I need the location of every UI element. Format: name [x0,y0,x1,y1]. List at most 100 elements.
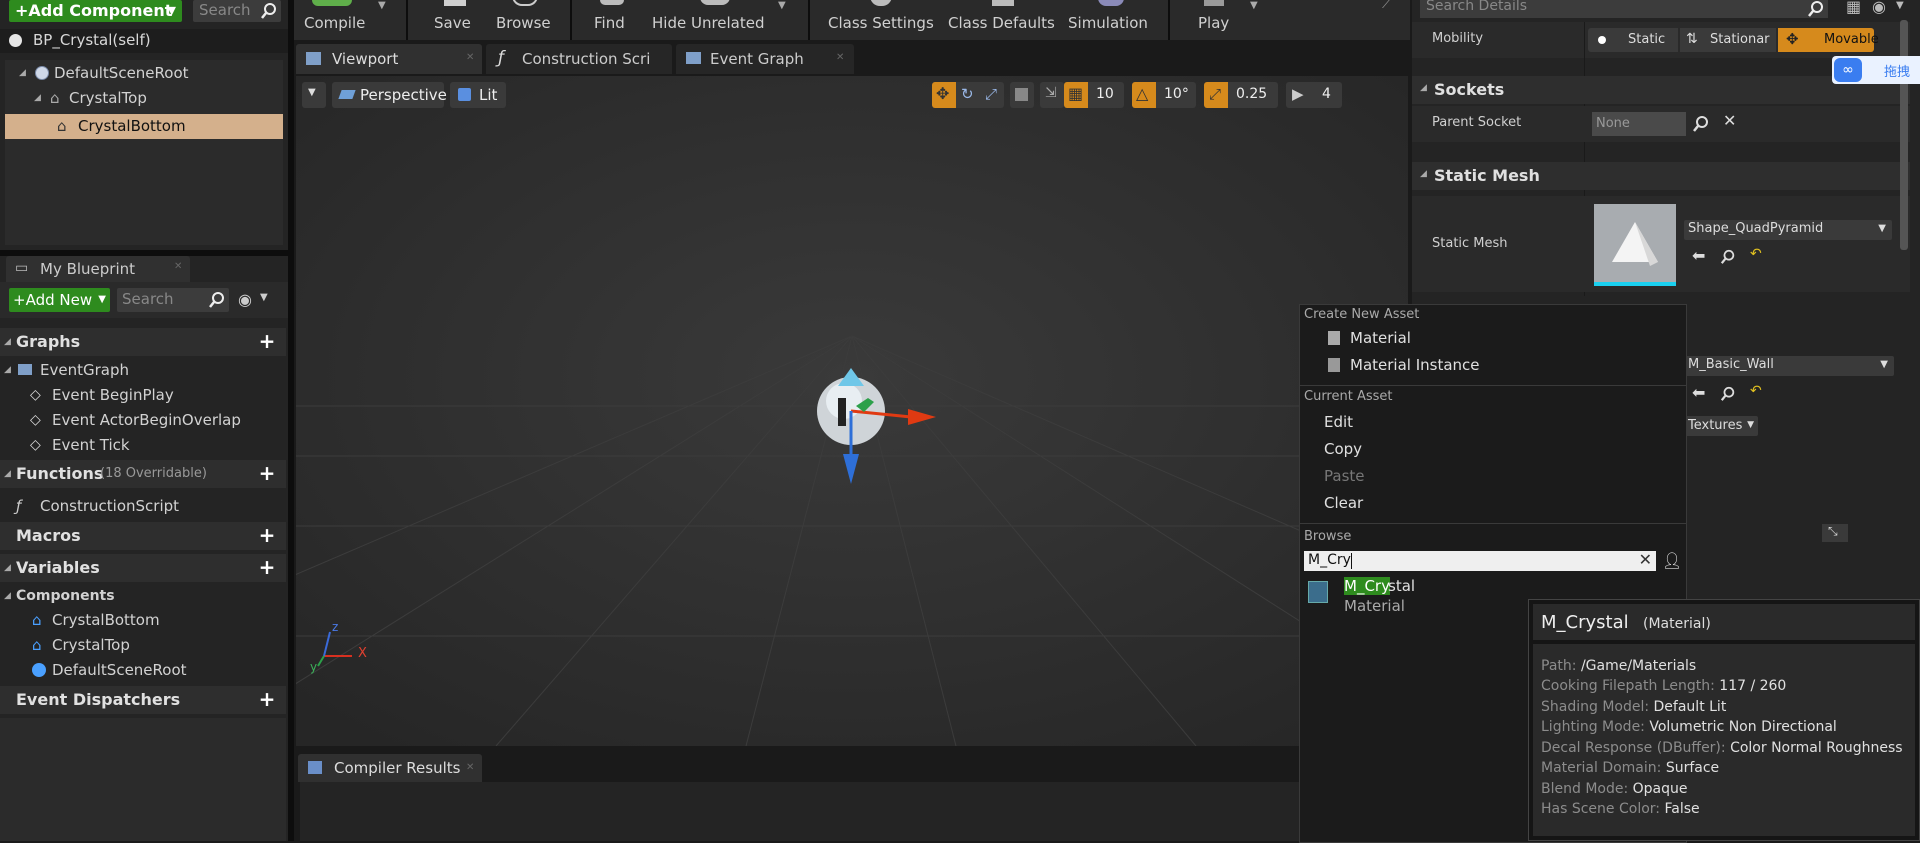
variables-section[interactable]: ◢ Variables + [0,554,286,582]
event-item[interactable]: ◇ Event Tick [0,433,286,457]
clear-item[interactable]: Clear [1300,490,1680,516]
add-variable-button[interactable]: + [258,557,276,577]
use-selected-icon[interactable]: ⬅ [1692,246,1705,265]
add-component-button[interactable]: +Add Component ▼ [9,0,182,22]
search-icon[interactable] [1692,115,1710,133]
construction-script-item[interactable]: ƒ ConstructionScript [0,494,286,518]
scale-snap-value[interactable]: 0.25 [1228,82,1278,108]
create-material-instance-item[interactable]: Material Instance [1300,352,1680,378]
tree-item-default-scene-root[interactable]: ◢ DefaultSceneRoot [5,61,283,85]
close-tab-icon[interactable]: ✕ [466,52,474,63]
simulation-button[interactable]: Simulation [1068,0,1154,38]
viewport[interactable]: X z y ▼ Perspective Lit ✥ ↻ ⤢ ⇲ ▦ 10 △ 1… [296,76,1408,746]
details-search-input[interactable]: Search Details [1420,0,1828,18]
variable-item[interactable]: DefaultSceneRoot [0,658,286,682]
macros-section[interactable]: Macros + [0,522,286,550]
camera-speed-button[interactable]: ▶ 4 [1286,82,1342,108]
textures-button[interactable]: Textures ▼ [1684,416,1758,436]
mobility-movable-option[interactable]: ✥ Movable [1778,28,1879,52]
edit-item[interactable]: Edit [1300,409,1680,435]
grid-snap-value[interactable]: 10 [1088,82,1124,108]
add-new-button[interactable]: +Add New ▼ [9,288,110,312]
tab-construction-script[interactable]: ƒ Construction Scrip [486,44,672,74]
tab-event-graph[interactable]: Event Graph ✕ [676,44,854,74]
chevron-down-icon[interactable]: ▼ [1896,0,1904,11]
hide-unrelated-button[interactable]: Hide Unrelated [650,0,780,38]
material-dropdown[interactable]: M_Basic_Wall ▼ [1684,356,1894,376]
tree-item-crystal-top[interactable]: ◢ ⌂ CrystalTop [5,86,283,110]
compiler-results-tab[interactable]: Compiler Results ✕ [298,754,482,782]
my-blueprint-tab[interactable]: ▭ My Blueprint ✕ [6,256,190,282]
blueprint-self-item[interactable]: BP_Crystal(self) [0,29,288,53]
event-item[interactable]: ◇ Event ActorBeginOverlap [0,408,286,432]
corner-widget[interactable]: ∞ 拖拽 [1832,56,1920,84]
close-tab-icon[interactable]: ✕ [466,762,474,773]
event-dispatchers-section[interactable]: Event Dispatchers + [0,686,286,714]
class-defaults-button[interactable]: Class Defaults [948,0,1058,38]
compile-button[interactable]: Compile [294,0,370,38]
rotate-mode-button[interactable]: ↻ [956,82,980,108]
use-selected-icon[interactable]: ⬅ [1692,383,1705,402]
copy-item[interactable]: Copy [1300,436,1680,462]
scale-mode-button[interactable]: ⤢ [980,82,1004,108]
save-button[interactable]: Save [430,0,480,38]
scale-snap-toggle[interactable]: ⤢ [1204,82,1228,108]
lit-button[interactable]: Lit [450,82,506,108]
my-blueprint-search-input[interactable]: Search [117,288,229,312]
static-mesh-thumbnail[interactable] [1594,204,1676,286]
class-settings-button[interactable]: Class Settings [828,0,938,38]
visibility-options[interactable]: ◉ ▼ [238,290,278,310]
grid-snap-toggle[interactable]: ▦ [1064,82,1088,108]
rotation-snap-value[interactable]: 10° [1156,82,1196,108]
eye-icon[interactable]: ◉ [1872,0,1886,16]
parent-socket-field[interactable]: None [1592,112,1686,136]
graphs-section[interactable]: ◢ Graphs + [0,328,286,356]
clear-icon[interactable]: ✕ [1723,111,1736,130]
functions-section[interactable]: ◢ Functions (18 Overridable) + [0,460,286,488]
tree-item-crystal-bottom[interactable]: ⌂ CrystalBottom [5,114,283,139]
close-tab-icon[interactable]: ✕ [174,261,182,272]
components-search-input[interactable]: Search [193,0,281,22]
chevron-down-icon[interactable]: ▼ [778,0,786,11]
translate-mode-button[interactable]: ✥ [932,82,956,108]
mobility-static-option[interactable]: Static [1588,28,1678,52]
mobility-stationary-option[interactable]: ⇅ Stationar [1680,28,1776,52]
chevron-down-icon[interactable]: ▼ [378,0,386,11]
rotation-snap-toggle[interactable]: △ [1132,82,1156,108]
search-icon[interactable] [1720,249,1736,265]
chevron-down-icon[interactable]: ▼ [1250,0,1258,11]
static-mesh-dropdown[interactable]: Shape_QuadPyramid ▼ [1684,220,1892,240]
resize-grip-icon[interactable]: ⟋ [1382,0,1392,12]
details-scrollbar[interactable] [1900,20,1908,250]
static-mesh-section-header[interactable]: ◢ Static Mesh [1412,162,1910,190]
tab-viewport[interactable]: Viewport ✕ [296,44,482,74]
clear-search-icon[interactable]: ✕ [1639,550,1652,569]
coordinate-space-button[interactable] [1010,82,1034,108]
close-tab-icon[interactable]: ✕ [836,52,844,63]
add-graph-button[interactable]: + [258,331,276,351]
event-graph-item[interactable]: ◢ EventGraph [0,358,286,382]
variable-item[interactable]: ⌂ CrystalBottom [0,608,286,632]
paste-item[interactable]: Paste [1300,463,1680,489]
property-matrix-icon[interactable]: ▦ [1846,0,1861,16]
search-icon[interactable] [1720,386,1736,402]
expand-field[interactable]: ⤡ [1822,524,1848,542]
add-dispatcher-button[interactable]: + [258,689,276,709]
left-splitter[interactable] [288,0,294,841]
add-function-button[interactable]: + [258,463,276,483]
user-icon[interactable]: 👤︎ [1662,551,1682,570]
perspective-button[interactable]: Perspective [332,82,447,108]
event-item[interactable]: ◇ Event BeginPlay [0,383,286,407]
play-button[interactable]: Play [1188,0,1240,38]
surface-snap-button[interactable]: ⇲ [1040,82,1064,108]
components-category[interactable]: ◢ Components [0,584,286,608]
reset-icon[interactable]: ↶ [1750,246,1762,262]
asset-search-input[interactable]: M_Cry ✕ [1304,550,1656,571]
find-button[interactable]: Find [584,0,640,38]
viewport-options-button[interactable]: ▼ [302,82,326,108]
create-material-item[interactable]: Material [1300,325,1680,351]
add-macro-button[interactable]: + [258,525,276,545]
reset-icon[interactable]: ↶ [1750,383,1762,399]
browse-button[interactable]: Browse [494,0,554,38]
variable-item[interactable]: ⌂ CrystalTop [0,633,286,657]
